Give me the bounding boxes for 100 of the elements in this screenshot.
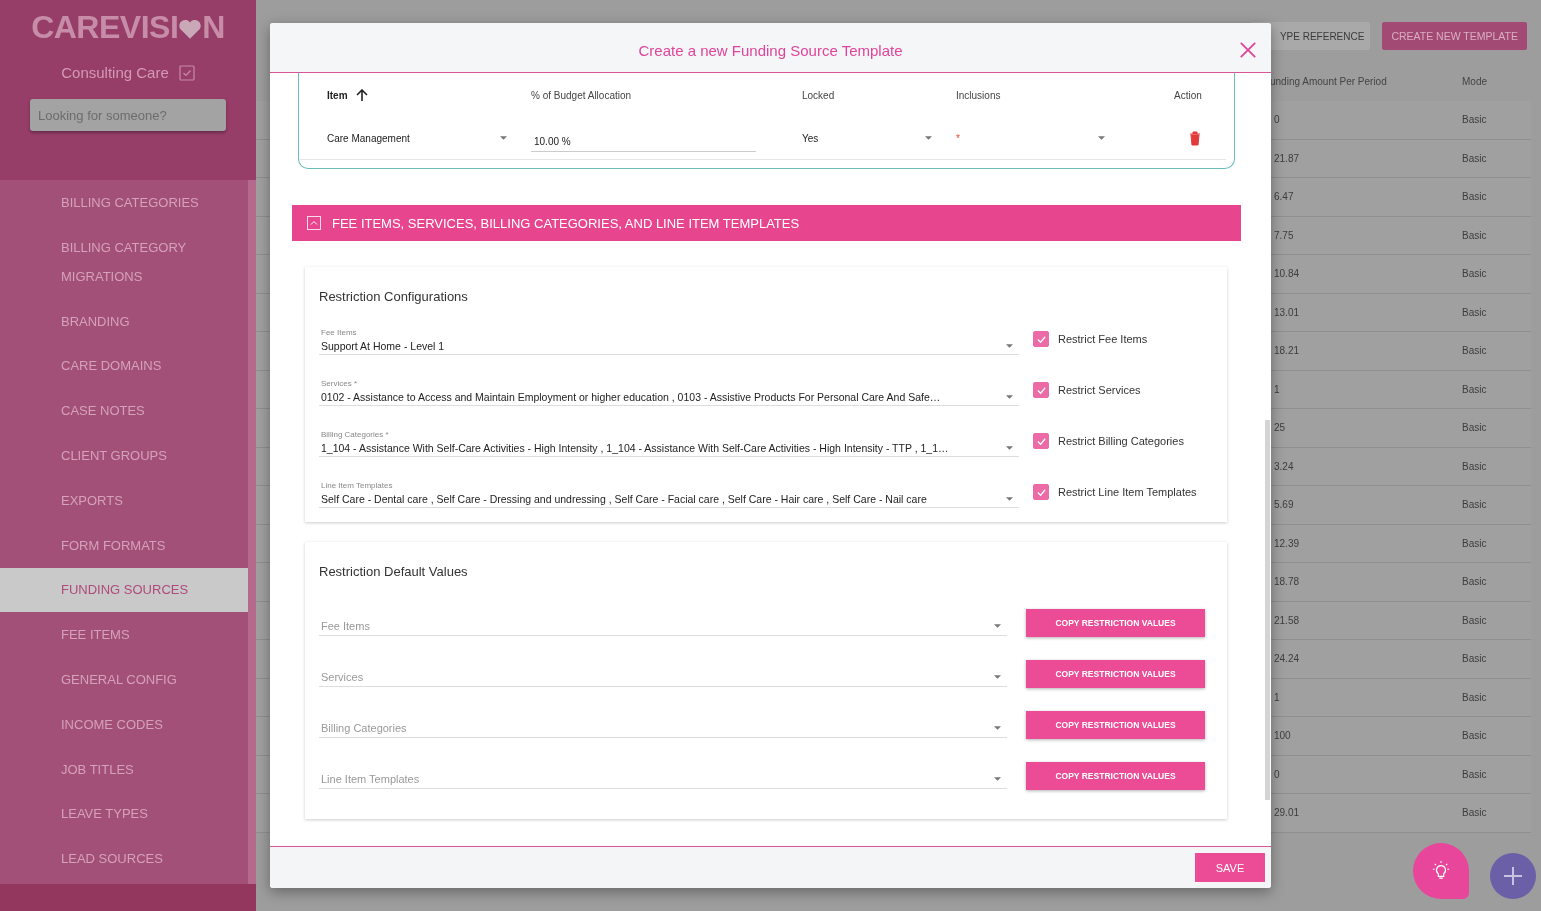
checkbox[interactable]: [1033, 484, 1049, 500]
table-cell: 25: [1274, 422, 1286, 434]
table-cell: 21.87: [1274, 152, 1300, 164]
table-cell: Basic: [1462, 730, 1487, 742]
table-cell: 12.39: [1274, 537, 1300, 549]
column-header[interactable]: Item: [327, 89, 348, 101]
close-icon[interactable]: [1239, 41, 1257, 59]
sidebar-item[interactable]: CASE NOTES: [0, 388, 248, 434]
lightbulb-icon: [1432, 860, 1450, 882]
dropdown-check-icon[interactable]: [178, 64, 195, 81]
table-cell: 0: [1274, 114, 1280, 126]
scrollbar[interactable]: [248, 180, 256, 884]
table-cell: Basic: [1462, 306, 1487, 318]
item-dropdown[interactable]: Care Management: [327, 132, 531, 144]
table-cell: Basic: [1462, 383, 1487, 395]
table-cell: Basic: [1462, 422, 1487, 434]
scrollbar[interactable]: [1265, 420, 1270, 800]
table-cell: Basic: [1462, 152, 1487, 164]
table-cell: 7.75: [1274, 229, 1294, 241]
table-cell: Basic: [1462, 499, 1487, 511]
dropdown-arrow-icon: [1006, 446, 1013, 450]
table-cell: Basic: [1462, 576, 1487, 588]
column-header[interactable]: unding Amount Per Period: [1270, 75, 1387, 87]
multi-select-field[interactable]: Billing Categories * 1_104 - Assistance With Self-Care Activities - High Intensity , 1_104 - Assistance With Self-Care Activities - High Intensity - TTP , 1_1…: [319, 430, 1019, 457]
save-button[interactable]: SAVE: [1195, 853, 1265, 882]
trash-icon[interactable]: [1189, 130, 1201, 146]
checkbox-label: Restrict Line Item Templates: [1058, 486, 1197, 498]
table-cell: Basic: [1462, 460, 1487, 472]
table-cell: 18.78: [1274, 576, 1300, 588]
table-cell: Basic: [1462, 614, 1487, 626]
table-cell: 1: [1274, 691, 1280, 703]
sidebar-item[interactable]: LEAD SOURCES: [0, 836, 248, 882]
dropdown-arrow-icon: [994, 674, 1001, 679]
sidebar-item[interactable]: BRANDING: [0, 298, 248, 344]
create-template-button[interactable]: CREATE NEW TEMPLATE: [1382, 22, 1527, 50]
copy-button[interactable]: COPY RESTRICTION VALUES: [1026, 710, 1205, 739]
dropdown-arrow-icon: [994, 725, 1001, 730]
table-cell: 5.69: [1274, 499, 1294, 511]
checkbox[interactable]: [1033, 331, 1049, 347]
logo: CAREVISI N: [31, 9, 225, 46]
column-header[interactable]: % of Budget Allocation: [531, 89, 632, 101]
table-cell: Basic: [1462, 345, 1487, 357]
sidebar-item[interactable]: FORM FORMATS: [0, 522, 248, 568]
checkbox[interactable]: [1033, 382, 1049, 398]
sidebar-item[interactable]: INCOME CODES: [0, 701, 248, 747]
dropdown-arrow-icon: [925, 136, 932, 140]
table-cell: 13.01: [1274, 306, 1300, 318]
section-header[interactable]: FEE ITEMS, SERVICES, BILLING CATEGORIES, AND LINE ITEM TEMPLATES: [292, 205, 1241, 241]
dialog-title: Create a new Funding Source Template: [638, 42, 903, 59]
column-header[interactable]: Action: [1174, 89, 1202, 101]
table-cell: 29.01: [1274, 807, 1300, 819]
table-cell: 10.84: [1274, 268, 1300, 280]
dropdown-arrow-icon: [1006, 395, 1013, 399]
checkbox-label: Restrict Billing Categories: [1058, 435, 1184, 447]
checkbox[interactable]: [1033, 433, 1049, 449]
copy-button[interactable]: COPY RESTRICTION VALUES: [1026, 659, 1205, 688]
dropdown-arrow-icon: [994, 623, 1001, 628]
sidebar-item[interactable]: GENERAL CONFIG: [0, 657, 248, 702]
column-header[interactable]: Mode: [1462, 75, 1487, 87]
table-cell: 18.21: [1274, 345, 1300, 357]
sidebar-item[interactable]: EXPORTS: [0, 478, 248, 523]
dropdown-arrow-icon: [994, 776, 1001, 781]
table-cell: Basic: [1462, 807, 1487, 819]
locked-dropdown[interactable]: Yes: [802, 132, 956, 144]
plus-icon: [1503, 866, 1523, 886]
copy-button[interactable]: COPY RESTRICTION VALUES: [1026, 608, 1205, 637]
copy-button[interactable]: COPY RESTRICTION VALUES: [1026, 761, 1205, 790]
allocation-field[interactable]: 10.00 %: [531, 132, 756, 152]
dropdown-arrow-icon: [1006, 344, 1013, 348]
dropdown-arrow-icon: [1098, 136, 1105, 140]
sidebar-item[interactable]: CLIENT GROUPS: [0, 433, 248, 478]
dropdown-field[interactable]: Services: [319, 654, 1007, 687]
organization-name: Consulting Care: [61, 64, 169, 81]
sidebar-item[interactable]: FEE ITEMS: [0, 612, 248, 658]
table-cell: Basic: [1462, 191, 1487, 203]
sidebar-item[interactable]: BILLING CATEGORIES: [0, 180, 248, 225]
table-cell: Basic: [1462, 768, 1487, 780]
sidebar-item[interactable]: FUNDING SOURCES: [0, 567, 248, 613]
dropdown-field[interactable]: Billing Categories: [319, 705, 1007, 738]
table-cell: Basic: [1462, 691, 1487, 703]
dropdown-field[interactable]: Fee Items: [319, 603, 1007, 636]
table-cell: 1: [1274, 383, 1280, 395]
dropdown-field[interactable]: Line Item Templates: [319, 756, 1007, 789]
table-cell: Basic: [1462, 268, 1487, 280]
column-header[interactable]: Inclusions: [956, 89, 1001, 101]
table-cell: 0: [1274, 768, 1280, 780]
column-header[interactable]: Locked: [802, 89, 835, 101]
table-cell: Basic: [1462, 537, 1487, 549]
table-cell: Basic: [1462, 229, 1487, 241]
table-cell: 21.58: [1274, 614, 1300, 626]
section-title: FEE ITEMS, SERVICES, BILLING CATEGORIES, AND LINE ITEM TEMPLATES: [332, 215, 800, 231]
sidebar-item[interactable]: CARE DOMAINS: [0, 343, 248, 389]
sidebar-item[interactable]: LEAVE TYPES: [0, 791, 248, 837]
multi-select-field[interactable]: Fee Items Support At Home - Level 1: [319, 328, 1019, 355]
sidebar-item[interactable]: JOB TITLES: [0, 746, 248, 792]
multi-select-field[interactable]: Line Item Templates Self Care - Dental care , Self Care - Dressing and undressing , Self Care - Facial care , Self Care - Hair care , Self Care - Nail care: [319, 481, 1019, 508]
inclusions-dropdown[interactable]: *: [956, 132, 1129, 144]
sidebar-item[interactable]: BILLING CATEGORY MIGRATIONS: [0, 224, 248, 299]
multi-select-field[interactable]: Services * 0102 - Assistance to Access and Maintain Employment or higher education , 0103 - Assistive Products For Personal Care And Safe…: [319, 379, 1019, 406]
dropdown-arrow-icon: [500, 136, 507, 140]
